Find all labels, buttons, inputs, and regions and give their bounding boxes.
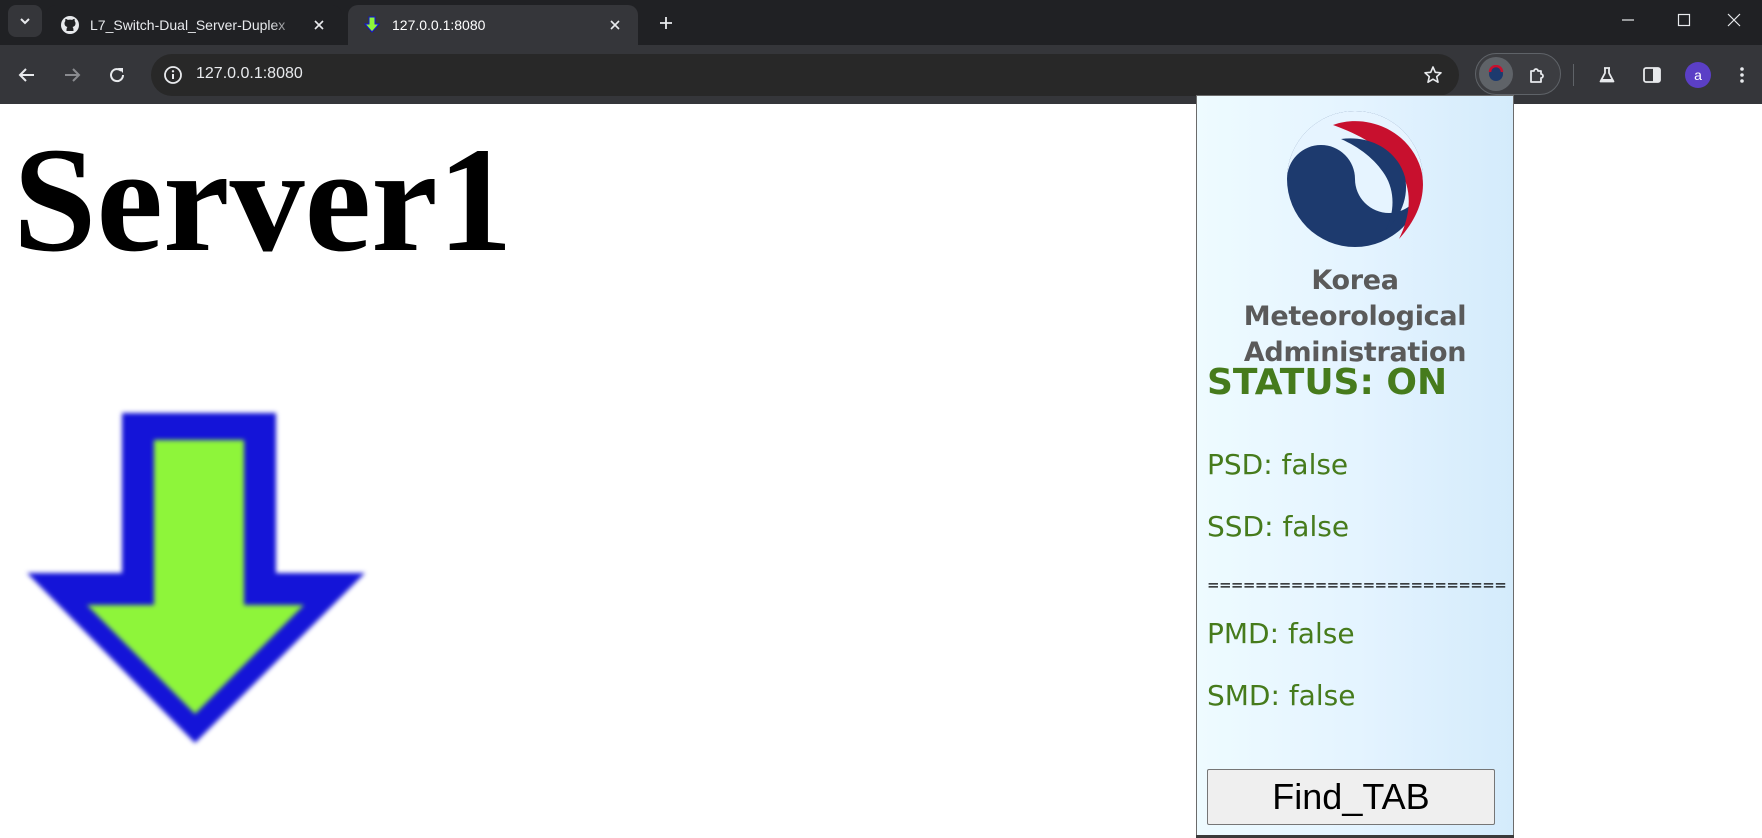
url-text: 127.0.0.1:8080 bbox=[196, 65, 303, 82]
reload-icon bbox=[110, 68, 125, 83]
new-tab-button[interactable] bbox=[652, 9, 680, 37]
divider-line: ============================ bbox=[1207, 576, 1507, 594]
kma-logo-icon bbox=[1488, 65, 1504, 81]
close-icon bbox=[1727, 13, 1741, 27]
tab-localhost[interactable]: 127.0.0.1:8080 bbox=[348, 5, 638, 45]
maximize-button[interactable] bbox=[1656, 0, 1712, 40]
back-arrow-icon bbox=[18, 68, 34, 82]
tab-title: 127.0.0.1:8080 bbox=[392, 17, 486, 33]
status-text: STATUS: ON bbox=[1207, 362, 1448, 403]
profile-avatar[interactable]: a bbox=[1685, 62, 1711, 88]
page-title: Server1 bbox=[13, 117, 513, 283]
kma-extension-button[interactable] bbox=[1479, 57, 1513, 91]
tab-title: L7_Switch-Dual_Server-Duplex bbox=[90, 17, 286, 33]
tab-search-button[interactable] bbox=[8, 5, 42, 37]
tab-strip: L7_Switch-Dual_Server-Duplex 127.0.0.1:8… bbox=[0, 0, 1762, 45]
github-icon bbox=[60, 15, 80, 35]
pmd-value: PMD: false bbox=[1207, 617, 1355, 650]
more-vertical-icon bbox=[1740, 67, 1744, 83]
site-info-icon[interactable] bbox=[161, 63, 185, 87]
address-bar[interactable]: 127.0.0.1:8080 bbox=[151, 54, 1459, 96]
psd-value: PSD: false bbox=[1207, 448, 1349, 481]
side-panel-button[interactable] bbox=[1635, 58, 1669, 92]
chevron-down-icon bbox=[20, 18, 30, 25]
close-tab-icon[interactable] bbox=[606, 16, 624, 34]
reload-button[interactable] bbox=[100, 58, 134, 92]
kma-logo bbox=[1287, 111, 1423, 247]
ssd-value: SSD: false bbox=[1207, 510, 1350, 543]
extensions-group bbox=[1475, 53, 1561, 95]
extensions-menu-button[interactable] bbox=[1520, 58, 1554, 92]
maximize-icon bbox=[1677, 13, 1691, 27]
flask-icon bbox=[1599, 67, 1615, 83]
side-panel-icon bbox=[1643, 67, 1661, 83]
download-arrow-icon bbox=[362, 15, 382, 35]
close-tab-icon[interactable] bbox=[310, 16, 328, 34]
forward-button[interactable] bbox=[55, 58, 89, 92]
close-window-button[interactable] bbox=[1706, 0, 1762, 40]
smd-value: SMD: false bbox=[1207, 679, 1356, 712]
find-tab-button[interactable]: Find_TAB bbox=[1207, 769, 1495, 825]
minimize-button[interactable] bbox=[1600, 0, 1656, 40]
minimize-icon bbox=[1622, 19, 1634, 21]
back-button[interactable] bbox=[10, 58, 44, 92]
organization-name: Korea Meteorological Administration bbox=[1243, 265, 1467, 368]
plus-icon bbox=[660, 17, 672, 29]
kma-extension-popup: Korea Meteorological Administration STAT… bbox=[1196, 95, 1514, 838]
bookmark-star-icon[interactable] bbox=[1421, 63, 1445, 87]
download-arrow-icon bbox=[27, 413, 365, 743]
forward-arrow-icon bbox=[65, 68, 81, 82]
browser-menu-button[interactable] bbox=[1725, 58, 1759, 92]
tab-github[interactable]: L7_Switch-Dual_Server-Duplex bbox=[46, 5, 342, 45]
labs-button[interactable] bbox=[1590, 58, 1624, 92]
puzzle-icon bbox=[1530, 68, 1544, 83]
toolbar-divider bbox=[1573, 64, 1574, 86]
